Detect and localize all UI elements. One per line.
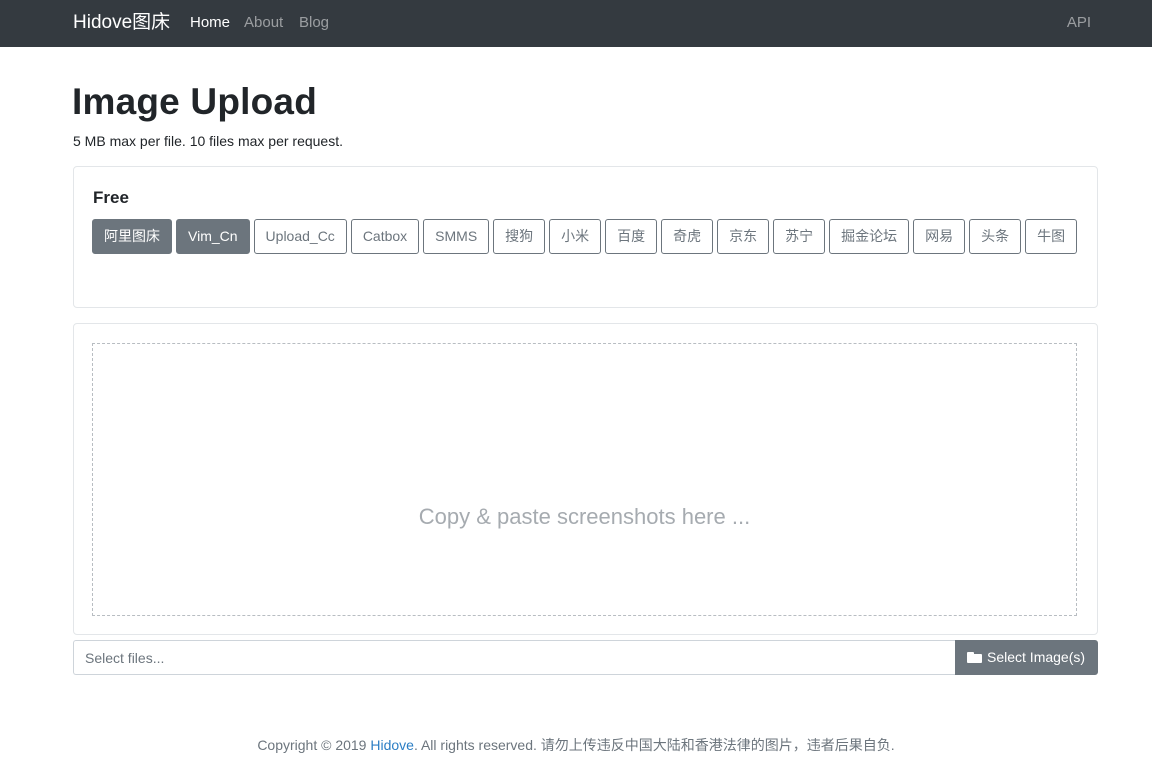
host-button[interactable]: 奇虎: [661, 219, 714, 254]
footer: Copyright © 2019 Hidove. All rights rese…: [0, 737, 1152, 754]
select-images-button[interactable]: Select Image(s): [955, 640, 1098, 675]
host-button[interactable]: Catbox: [350, 219, 420, 254]
dropzone-text: Copy & paste screenshots here ...: [418, 504, 751, 529]
host-button[interactable]: Upload_Cc: [253, 219, 347, 254]
footer-notice: . All rights reserved. 请勿上传违反中国大陆和香港法律的图…: [413, 737, 895, 753]
host-button[interactable]: 网易: [913, 219, 966, 254]
host-selector-card: Free 阿里图床 Vim_Cn Upload_Cc Catbox SMMS 搜狗 小米 百度…: [73, 166, 1098, 308]
page-title: Image Upload: [72, 81, 317, 122]
footer-copyright: Copyright © 2019: [257, 737, 371, 753]
host-button[interactable]: SMMS: [423, 219, 490, 254]
dropzone[interactable]: Copy & paste screenshots here ...: [92, 343, 1077, 616]
brand-link[interactable]: Hidove图床: [73, 11, 170, 35]
host-group-title: Free: [93, 188, 129, 207]
nav-link-about[interactable]: About: [244, 14, 283, 32]
host-button[interactable]: Vim_Cn: [176, 219, 250, 254]
host-button[interactable]: 搜狗: [493, 219, 546, 254]
file-select-input[interactable]: [73, 640, 956, 675]
nav-link-api[interactable]: API: [1067, 14, 1091, 32]
host-button[interactable]: 头条: [969, 219, 1022, 254]
host-button[interactable]: 百度: [605, 219, 658, 254]
folder-open-icon: [967, 652, 982, 663]
upload-card: Copy & paste screenshots here ...: [73, 323, 1098, 635]
host-button[interactable]: 牛图: [1025, 219, 1078, 254]
host-button[interactable]: 阿里图床: [92, 219, 172, 254]
nav-link-home[interactable]: Home: [190, 14, 230, 32]
navbar: Hidove图床 Home About Blog API: [0, 0, 1152, 47]
page-subtitle: 5 MB max per file. 10 files max per requ…: [73, 133, 343, 149]
host-button[interactable]: 京东: [717, 219, 770, 254]
host-button[interactable]: 苏宁: [773, 219, 826, 254]
host-button-group: 阿里图床 Vim_Cn Upload_Cc Catbox SMMS 搜狗 小米 百度 奇虎 京东苏…: [92, 219, 1082, 255]
host-button[interactable]: 小米: [549, 219, 602, 254]
host-button[interactable]: 掘金论坛: [829, 219, 910, 254]
select-images-label: Select Image(s): [987, 649, 1086, 665]
nav-link-blog[interactable]: Blog: [299, 14, 329, 32]
footer-hidove-link[interactable]: Hidove: [370, 737, 414, 753]
